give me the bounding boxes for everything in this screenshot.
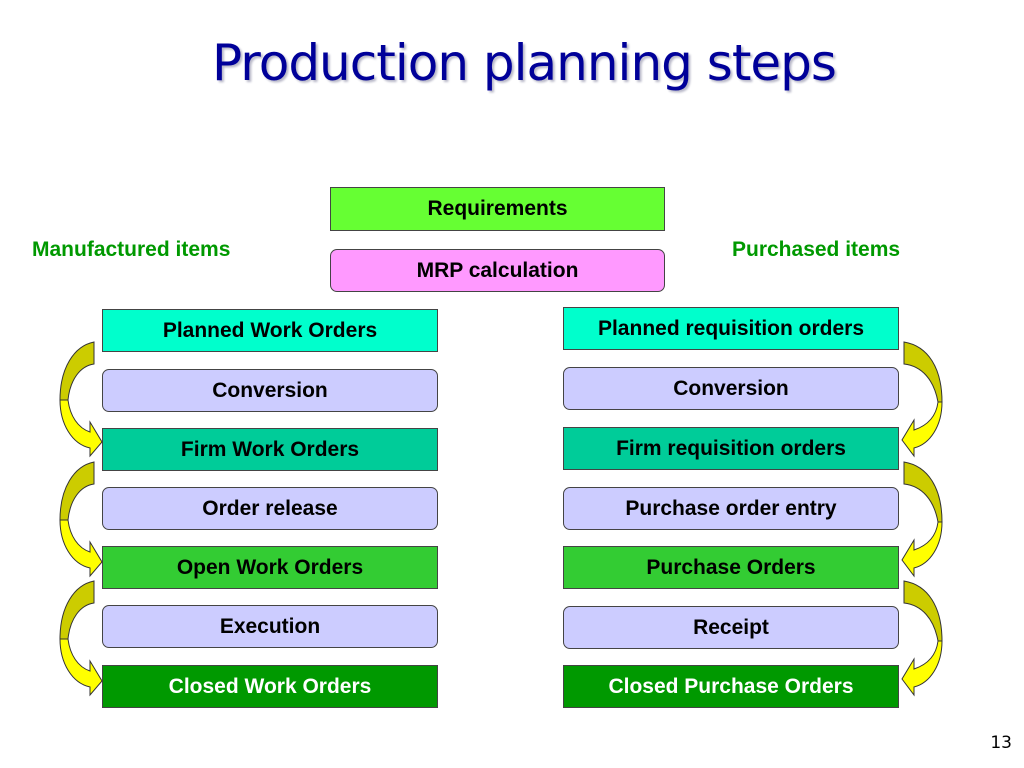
arrow-upper-band: [59, 341, 95, 401]
closed-work-orders-box: Closed Work Orders: [102, 665, 438, 708]
conversion-step-left: Conversion: [102, 369, 438, 412]
arrow-lower-band: [901, 401, 943, 458]
arrow-lower-band: [901, 521, 943, 578]
conversion-step-right: Conversion: [563, 367, 899, 410]
manufactured-items-heading: Manufactured items: [32, 238, 231, 261]
requirements-box: Requirements: [330, 187, 665, 231]
receipt-step: Receipt: [563, 606, 899, 649]
firm-requisition-orders-box: Firm requisition orders: [563, 427, 899, 470]
arrow-lower-band: [59, 638, 103, 697]
curved-arrow-right-1: [901, 341, 943, 458]
curved-arrow-right-3: [901, 580, 943, 697]
curved-arrow-right-2: [901, 461, 943, 578]
arrow-upper-band: [903, 580, 943, 642]
curved-arrow-left-3: [59, 580, 103, 697]
purchase-orders-box: Purchase Orders: [563, 546, 899, 589]
planned-work-orders-box: Planned Work Orders: [102, 309, 438, 352]
mrp-calculation-box: MRP calculation: [330, 249, 665, 292]
arrow-lower-band: [901, 640, 943, 697]
purchase-order-entry-step: Purchase order entry: [563, 487, 899, 530]
curved-arrow-left-1: [59, 341, 103, 458]
closed-purchase-orders-box: Closed Purchase Orders: [563, 665, 899, 708]
arrow-lower-band: [59, 399, 103, 458]
curved-arrow-left-2: [59, 461, 103, 578]
page-number: 13: [990, 733, 1012, 753]
arrow-upper-band: [59, 461, 95, 521]
arrow-upper-band: [903, 341, 943, 403]
firm-work-orders-box: Firm Work Orders: [102, 428, 438, 471]
arrow-lower-band: [59, 519, 103, 578]
open-work-orders-box: Open Work Orders: [102, 546, 438, 589]
arrow-upper-band: [903, 461, 943, 523]
planned-requisition-orders-box: Planned requisition orders: [563, 307, 899, 350]
slide-title: Production planning steps: [212, 34, 837, 92]
order-release-step: Order release: [102, 487, 438, 530]
arrow-upper-band: [59, 580, 95, 640]
purchased-items-heading: Purchased items: [732, 238, 901, 261]
execution-step: Execution: [102, 605, 438, 648]
